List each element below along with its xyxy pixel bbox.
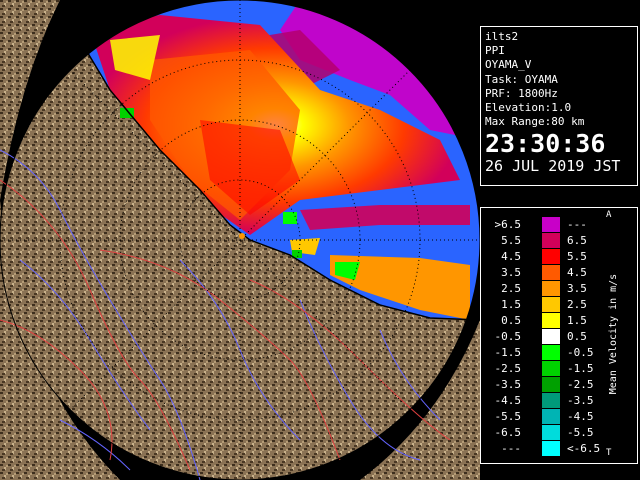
legend-lower-bound: -6.5 (494, 426, 522, 439)
legend-upper-bound: 3.5 (567, 282, 587, 295)
legend-upper-bound: 6.5 (567, 234, 587, 247)
legend-color-swatch (542, 265, 560, 280)
legend-color-swatch (542, 297, 560, 312)
legend-unit-box: Mean Velocity in m/s (605, 216, 623, 452)
legend-color-swatch (542, 441, 560, 456)
legend-color-swatch (542, 377, 560, 392)
legend-lower-bound: 3.5 (501, 266, 521, 279)
legend-upper-bound: -4.5 (567, 410, 594, 423)
legend-color-swatch (542, 313, 560, 328)
legend-lower-bound: >6.5 (494, 218, 522, 231)
legend-color-swatch (542, 361, 560, 376)
legend-lower-bound: -1.5 (494, 346, 522, 359)
info-line-station: OYAMA_V (485, 58, 532, 72)
legend-unit-label: Mean Velocity in m/s (608, 273, 619, 395)
legend-upper-bound: -0.5 (567, 346, 594, 359)
legend-color-swatch (542, 233, 560, 248)
legend-upper-bound: 1.5 (567, 314, 587, 327)
legend-upper-bound: 2.5 (567, 298, 587, 311)
legend-lower-bound: -2.5 (494, 362, 522, 375)
legend-color-swatch (542, 393, 560, 408)
legend-upper-bound: 5.5 (567, 250, 587, 263)
scan-time: 23:30:36 (485, 129, 606, 159)
radar-site-marker (239, 233, 245, 239)
legend-lower-bound: 5.5 (501, 234, 521, 247)
legend-lower-bound: --- (501, 442, 521, 455)
legend-color-swatch (542, 217, 560, 232)
info-line-product: PPI (485, 44, 505, 58)
legend-upper-bound: -2.5 (567, 378, 594, 391)
legend-lower-bound: 0.5 (501, 314, 521, 327)
legend-lower-bound: -5.5 (494, 410, 522, 423)
legend-lower-bound: 1.5 (501, 298, 521, 311)
legend-color-swatch (542, 409, 560, 424)
legend-lower-bound: -4.5 (494, 394, 522, 407)
legend-upper-bound: 4.5 (567, 266, 587, 279)
legend-lower-bound: -0.5 (494, 330, 522, 343)
info-line-task: Task: OYAMA (485, 72, 558, 86)
legend-lower-bound: 4.5 (501, 250, 521, 263)
velocity-legend: >6.5 --- 5.5 6.5 4.5 5.5 3.5 4.5 2.5 3.5 1.5 2.5 0.5… (480, 207, 638, 464)
legend-bottom-mark: T (606, 448, 612, 458)
info-line-elevation: Elevation:1.0 (485, 101, 572, 115)
legend-upper-bound: -1.5 (567, 362, 594, 375)
legend-color-swatch (542, 329, 560, 344)
legend-color-swatch (542, 345, 560, 360)
info-panel: ilts2 PPI OYAMA_V Task: OYAMA PRF: 1800H… (480, 26, 638, 186)
legend-lower-bound: 2.5 (501, 282, 521, 295)
legend-upper-bound: -3.5 (567, 394, 594, 407)
info-line-system: ilts2 (485, 30, 519, 43)
scan-date: 26 JUL 2019 JST (485, 157, 621, 176)
legend-upper-bound: -5.5 (567, 426, 594, 439)
legend-upper-bound: <-6.5 (567, 442, 601, 455)
info-line-max-range: Max Range:80 km (485, 115, 585, 129)
legend-color-swatch (542, 249, 560, 264)
legend-color-swatch (542, 281, 560, 296)
legend-lower-bound: -3.5 (494, 378, 522, 391)
info-line-prf: PRF: 1800Hz (485, 86, 558, 100)
legend-upper-bound: 0.5 (567, 330, 587, 343)
legend-color-swatch (542, 425, 560, 440)
radar-ppi-map (0, 0, 480, 480)
legend-upper-bound: --- (567, 218, 587, 231)
